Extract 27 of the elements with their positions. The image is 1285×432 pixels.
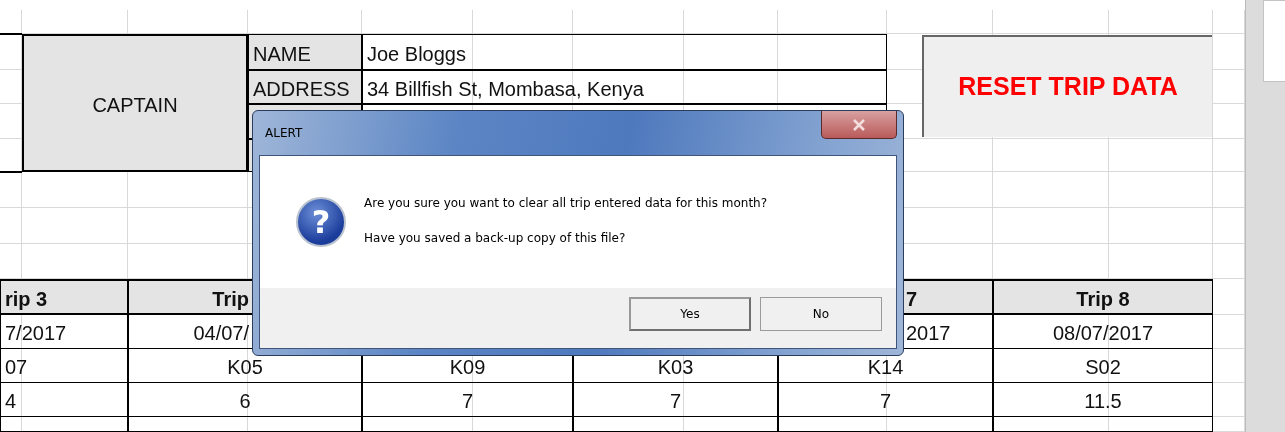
scrollbar[interactable] bbox=[1245, 0, 1285, 432]
close-button[interactable] bbox=[821, 111, 897, 139]
table-cell: S02 bbox=[993, 349, 1213, 383]
dialog-message: Have you saved a back-up copy of this file? bbox=[364, 229, 627, 247]
table-cell: 7 bbox=[573, 383, 778, 417]
dialog-message: Are you sure you want to clear all trip entered data for this month? bbox=[364, 194, 768, 212]
column-header: Trip 8 bbox=[993, 279, 1213, 315]
table-cell: 4 bbox=[0, 383, 128, 417]
scrollbar-thumb[interactable] bbox=[1263, 0, 1285, 82]
question-icon: ? bbox=[296, 197, 346, 247]
field-label: ADDRESS bbox=[248, 70, 362, 104]
yes-button[interactable]: Yes bbox=[629, 297, 751, 331]
dialog-title: ALERT bbox=[265, 125, 303, 142]
field-label: NAME bbox=[248, 34, 362, 70]
close-icon bbox=[852, 118, 866, 131]
field-value: 34 Billfish St, Mombasa, Kenya bbox=[362, 70, 887, 104]
table-cell: 11.5 bbox=[993, 383, 1213, 417]
captain-label: CAPTAIN bbox=[22, 34, 248, 172]
table-cell: 7 bbox=[362, 383, 573, 417]
table-cell: 7 bbox=[778, 383, 993, 417]
field-value: Joe Bloggs bbox=[362, 34, 887, 70]
table-cell: 08/07/2017 bbox=[993, 315, 1213, 349]
no-button[interactable]: No bbox=[760, 297, 882, 331]
table-cell: 6 bbox=[128, 383, 362, 417]
table-cell: 07 bbox=[0, 349, 128, 383]
column-header: rip 3 bbox=[0, 279, 128, 315]
table-cell: 7/2017 bbox=[0, 315, 128, 349]
